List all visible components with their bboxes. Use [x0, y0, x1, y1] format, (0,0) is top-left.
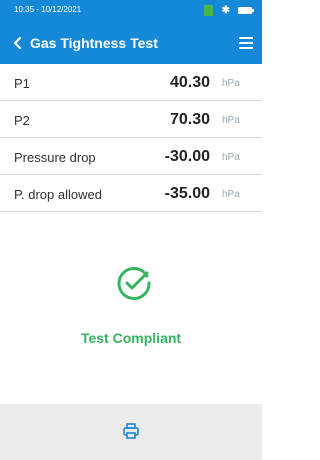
check-circle-icon [116, 265, 152, 301]
measurement-value: 70.30 [169, 111, 210, 128]
page-title: Gas Tightness Test [30, 35, 158, 51]
measurement-list: P1 40.30 hPa P2 70.30 hPa Pressure drop … [0, 64, 262, 212]
hamburger-line [239, 47, 253, 49]
chevron-left-icon [13, 36, 22, 50]
measurement-value: -30.00 [164, 148, 210, 165]
measurement-label: P1 [14, 76, 30, 91]
back-button[interactable] [10, 32, 28, 54]
print-button[interactable] [122, 422, 140, 440]
measurement-row-p2: P2 70.30 hPa [0, 101, 262, 138]
menu-button[interactable] [238, 34, 254, 52]
measurement-value: 40.30 [169, 74, 210, 91]
hamburger-line [239, 42, 253, 44]
bluetooth-icon: ✱ [221, 5, 230, 16]
battery-icon [238, 7, 254, 14]
status-icons: ✱ [203, 5, 254, 16]
measurement-label: Pressure drop [14, 150, 96, 165]
measurement-row-drop-allowed: P. drop allowed -35.00 hPa [0, 175, 262, 212]
measurement-row-pressure-drop: Pressure drop -30.00 hPa [0, 138, 262, 175]
measurement-label: P2 [14, 113, 30, 128]
measurement-row-p1: P1 40.30 hPa [0, 64, 262, 101]
datetime-text: 10:35 - 10/12/2021 [14, 5, 82, 14]
result-status-text: Test Compliant [80, 330, 182, 346]
printer-icon [123, 423, 139, 439]
measurement-unit: hPa [222, 78, 240, 89]
measurement-unit: hPa [222, 152, 240, 163]
title-bar: Gas Tightness Test [0, 22, 262, 64]
hamburger-menu-icon [239, 37, 253, 39]
battery-green-icon [203, 5, 213, 16]
measurement-value: -35.00 [164, 185, 210, 202]
bottom-bar [0, 404, 262, 460]
status-bar: 10:35 - 10/12/2021 ✱ [0, 0, 262, 22]
measurement-unit: hPa [222, 115, 240, 126]
measurement-label: P. drop allowed [14, 187, 102, 202]
measurement-unit: hPa [222, 189, 240, 200]
